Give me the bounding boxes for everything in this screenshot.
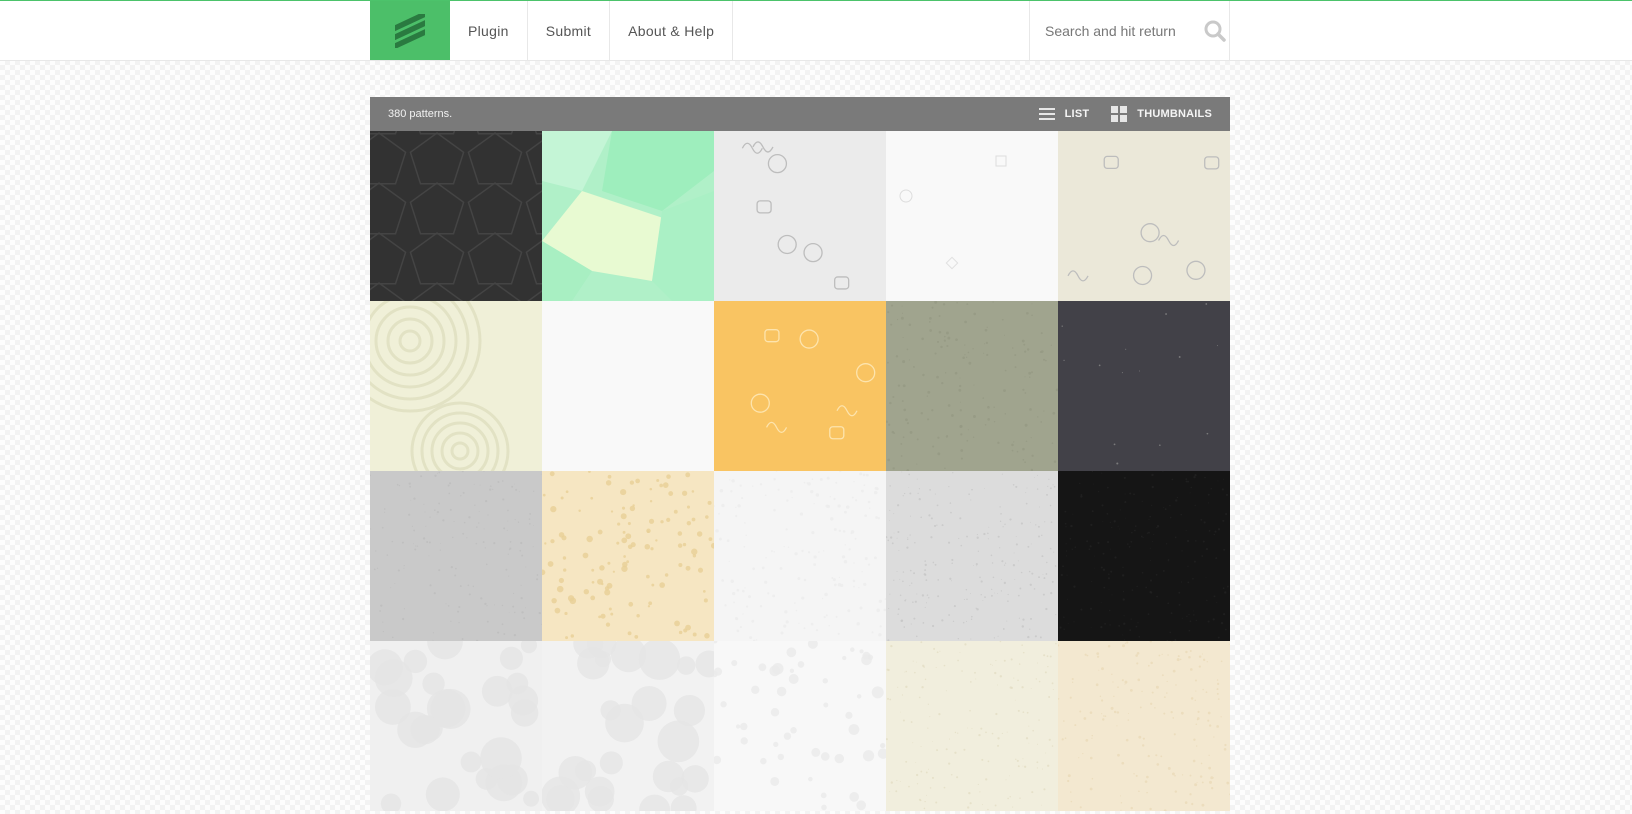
pattern-tile[interactable] xyxy=(370,131,542,301)
pattern-tile[interactable] xyxy=(542,301,714,471)
pattern-texture xyxy=(741,141,850,290)
pattern-tile[interactable] xyxy=(542,131,714,301)
pattern-tile[interactable] xyxy=(886,471,1058,641)
logo-button[interactable] xyxy=(370,1,450,60)
pattern-tile[interactable] xyxy=(1058,301,1230,471)
pattern-tile[interactable] xyxy=(370,301,542,471)
pattern-tile[interactable] xyxy=(714,131,886,301)
pattern-count: 380 patterns. xyxy=(388,108,453,120)
pattern-tile[interactable] xyxy=(542,641,714,811)
pattern-tile[interactable] xyxy=(370,641,542,811)
pattern-tile[interactable] xyxy=(714,471,886,641)
list-view-label: LIST xyxy=(1064,108,1090,120)
pattern-tile[interactable] xyxy=(370,471,542,641)
list-view-button[interactable]: LIST xyxy=(1038,107,1090,121)
search-box xyxy=(1029,1,1230,60)
list-icon xyxy=(1038,108,1055,120)
nav-plugin[interactable]: Plugin xyxy=(450,1,528,60)
nav-submit[interactable]: Submit xyxy=(528,1,611,60)
pattern-tile[interactable] xyxy=(1058,641,1230,811)
pattern-texture xyxy=(370,301,510,471)
header-bar: Plugin Submit About & Help xyxy=(370,1,1230,60)
search-input[interactable] xyxy=(1043,21,1197,40)
pattern-texture xyxy=(1059,471,1229,641)
pattern-texture xyxy=(899,155,1007,270)
pattern-tile[interactable] xyxy=(714,301,886,471)
thumbnails-view-button[interactable]: THUMBNAILS xyxy=(1111,106,1212,122)
pattern-texture xyxy=(542,301,714,471)
pattern-texture xyxy=(1061,303,1218,465)
pattern-texture xyxy=(370,131,542,301)
pattern-texture xyxy=(542,471,714,640)
pattern-texture xyxy=(750,329,876,440)
header-spacer xyxy=(733,1,1029,60)
pattern-texture xyxy=(714,471,886,641)
pattern-texture xyxy=(542,131,714,301)
pattern-tile[interactable] xyxy=(1058,471,1230,641)
nav-about-help[interactable]: About & Help xyxy=(610,1,734,60)
pattern-texture xyxy=(370,471,542,641)
thumbnails-view-label: THUMBNAILS xyxy=(1137,108,1212,120)
pattern-texture xyxy=(542,641,714,811)
pattern-texture xyxy=(1067,155,1220,286)
site-header: Plugin Submit About & Help xyxy=(0,1,1632,61)
pattern-tile[interactable] xyxy=(542,471,714,641)
pattern-tile[interactable] xyxy=(886,641,1058,811)
grid-icon xyxy=(1111,106,1128,122)
pattern-texture xyxy=(886,301,1058,471)
pattern-grid xyxy=(370,131,1230,814)
pattern-tile[interactable] xyxy=(1058,131,1230,301)
search-icon[interactable] xyxy=(1203,19,1227,43)
pattern-tile[interactable] xyxy=(886,131,1058,301)
pattern-texture xyxy=(886,471,1057,641)
pattern-texture xyxy=(370,641,540,811)
patterns-toolbar: 380 patterns. LIST THUMBNAILS xyxy=(370,97,1230,131)
pattern-tile[interactable] xyxy=(886,301,1058,471)
pattern-texture xyxy=(714,641,886,811)
stripes-logo-icon xyxy=(395,13,425,48)
pattern-texture xyxy=(886,641,1057,811)
pattern-tile[interactable] xyxy=(714,641,886,811)
pattern-texture xyxy=(1058,641,1230,811)
